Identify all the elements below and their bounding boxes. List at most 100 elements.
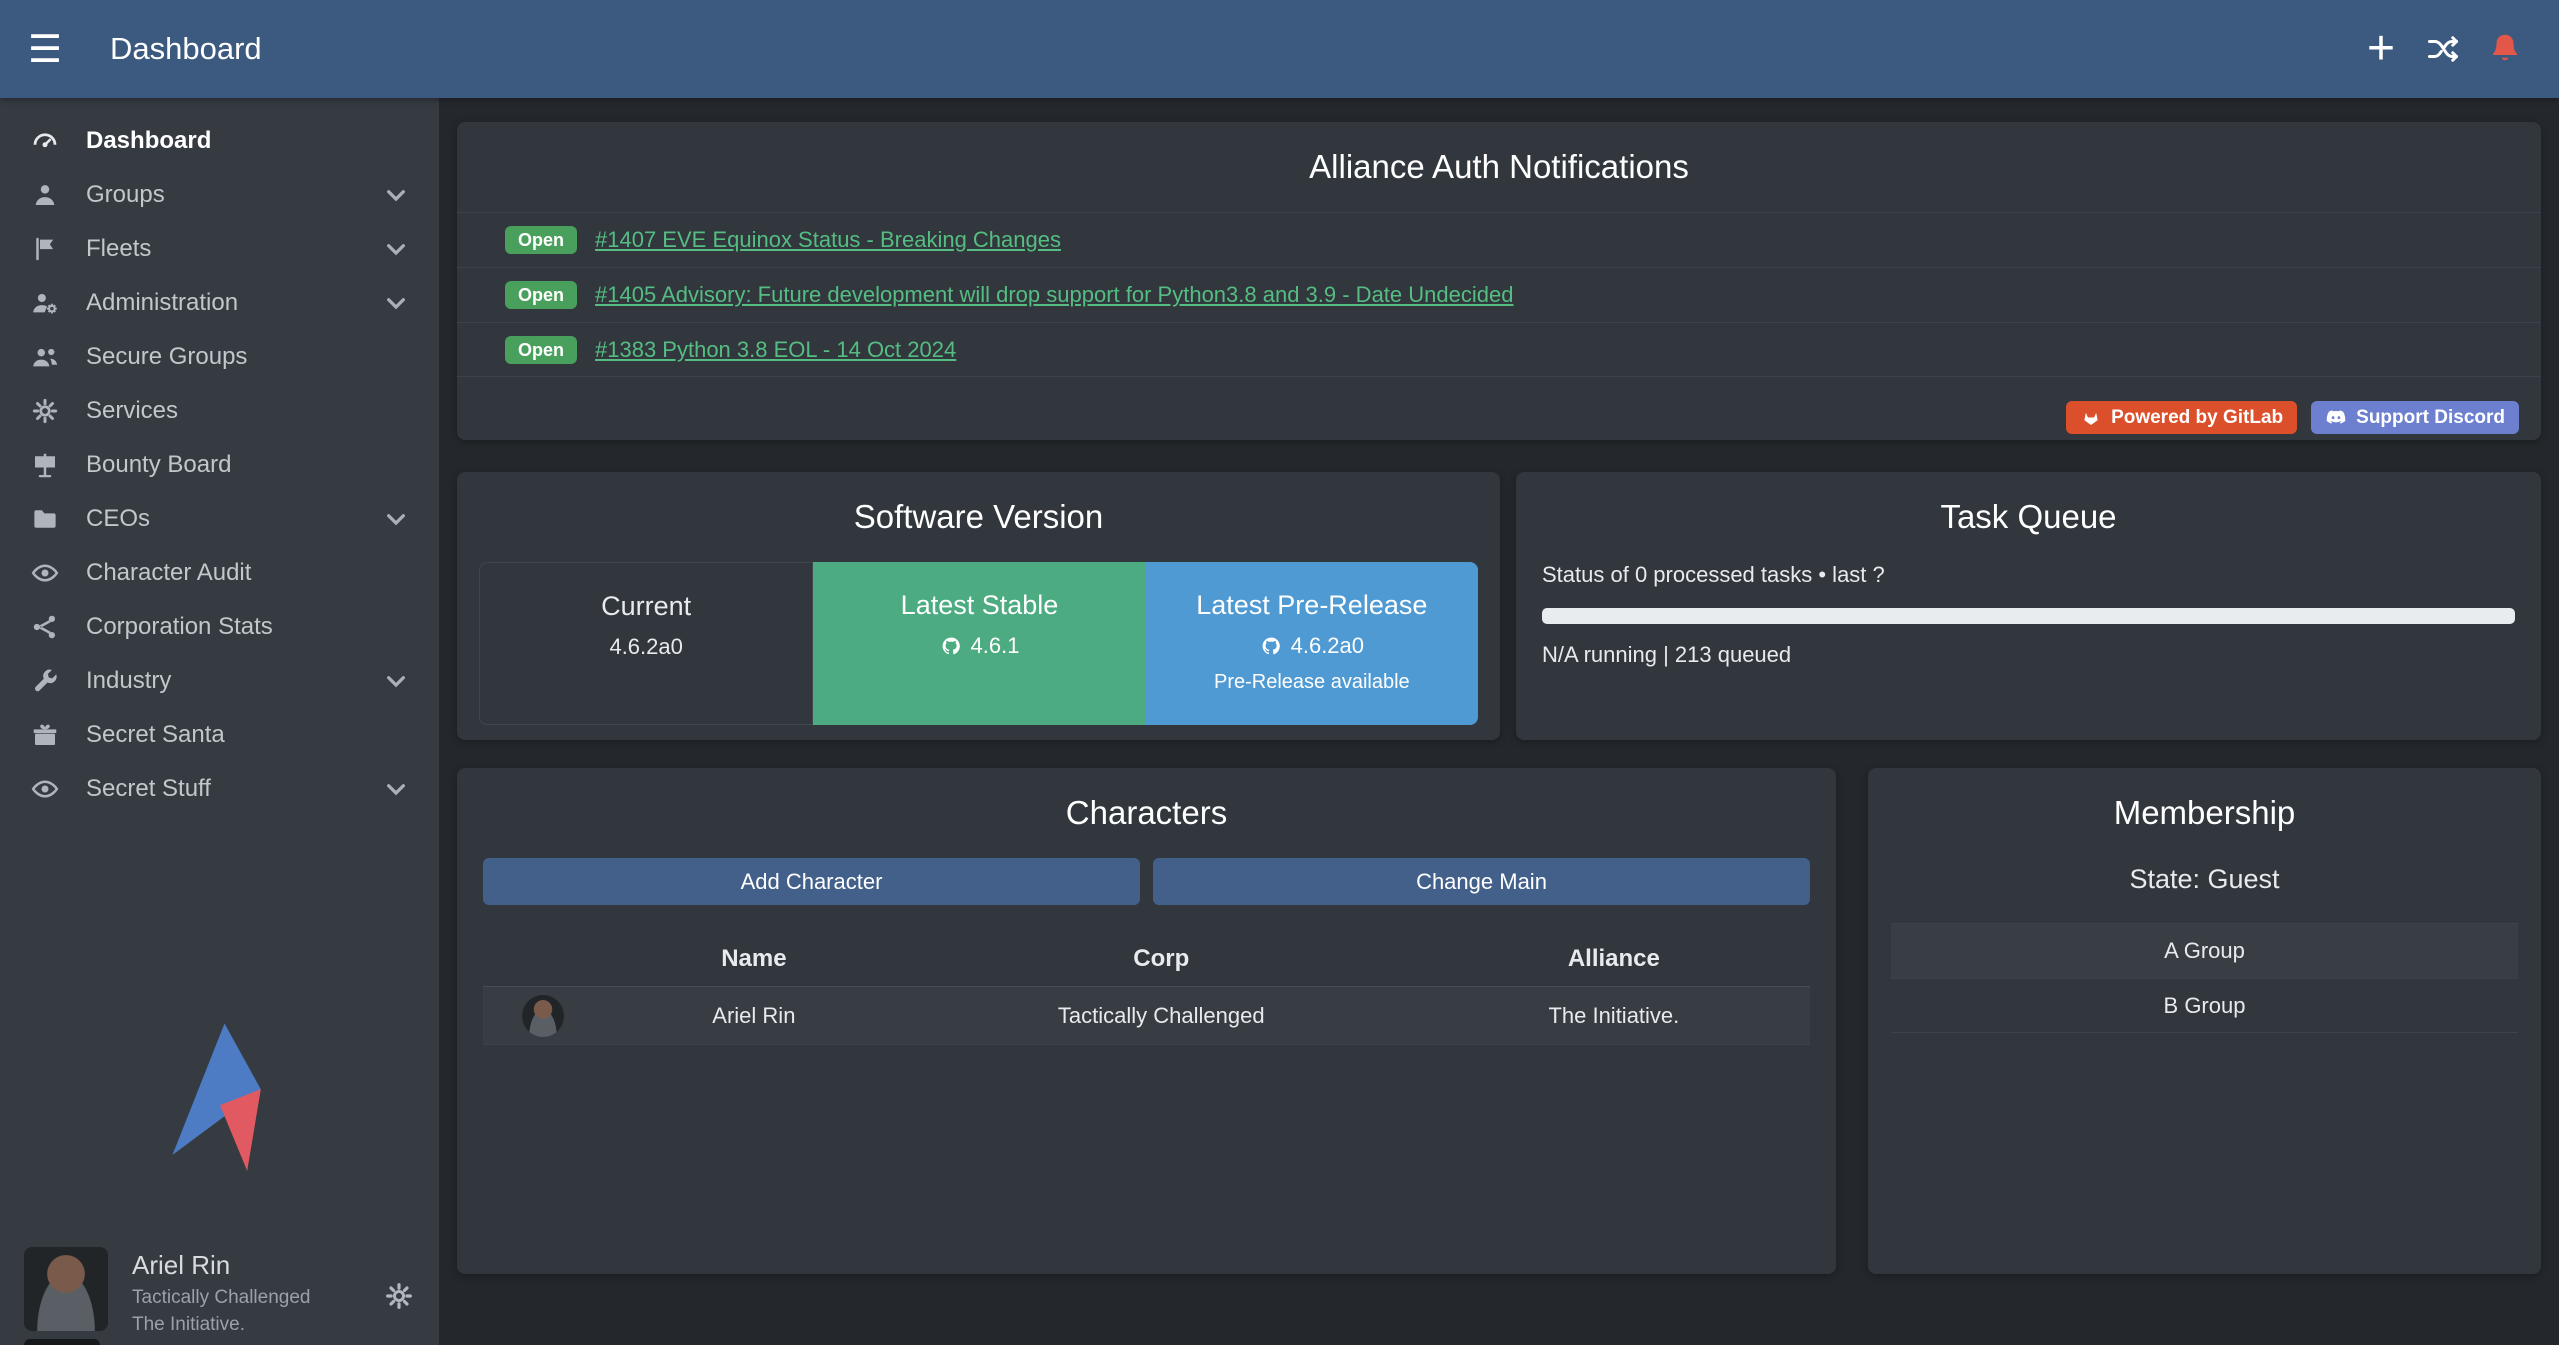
gitlab-badge[interactable]: Powered by GitLab [2066,401,2297,434]
sidebar-item-groups[interactable]: Groups [0,168,439,222]
characters-card: Characters Add Character Change Main Nam… [457,768,1836,1274]
sidebar-item-ceos[interactable]: CEOs [0,492,439,546]
discord-icon [2325,408,2347,427]
task-queue-body: Status of 0 processed tasks • last ? N/A… [1516,562,2541,668]
main-content: Alliance Auth Notifications Open #1407 E… [439,98,2559,1345]
characters-title: Characters [457,768,1836,858]
status-badge: Open [505,336,577,364]
character-alliance: The Initiative. [1418,1003,1810,1029]
sidebar-item-label: Administration [86,289,238,317]
eye-icon [30,558,60,588]
sidebar-item-bounty-board[interactable]: Bounty Board [0,438,439,492]
chevron-down-icon [383,290,409,316]
industry-icon [30,666,60,696]
user-meta: Ariel Rin Tactically Challenged The Init… [132,1247,311,1337]
notifications-title: Alliance Auth Notifications [457,122,2541,212]
chevron-down-icon [383,506,409,532]
sidebar-item-corporation-stats[interactable]: Corporation Stats [0,600,439,654]
column-header-name: Name [603,945,905,973]
gear-icon [30,396,60,426]
sidebar-item-label: Corporation Stats [86,613,273,641]
sidebar: Dashboard Groups Fleets Administration S… [0,98,439,1345]
notification-link[interactable]: #1405 Advisory: Future development will … [595,282,1513,308]
notifications-list: Open #1407 EVE Equinox Status - Breaking… [457,212,2541,377]
top-navbar: ☰ Dashboard + [0,0,2559,98]
add-character-button[interactable]: Add Character [483,858,1140,905]
sidebar-item-label: Dashboard [86,127,211,155]
sidebar-item-secret-stuff[interactable]: Secret Stuff [0,762,439,816]
notification-row: Open #1405 Advisory: Future development … [457,267,2541,322]
change-main-button[interactable]: Change Main [1153,858,1810,905]
column-header-alliance: Alliance [1418,945,1810,973]
notification-link[interactable]: #1407 EVE Equinox Status - Breaking Chan… [595,227,1061,253]
latest-stable-label: Latest Stable [901,590,1059,621]
bell-icon[interactable] [2487,31,2523,67]
user-alliance: The Initiative. [132,1313,311,1337]
sidebar-item-label: Fleets [86,235,151,263]
sidebar-item-industry[interactable]: Industry [0,654,439,708]
discord-badge[interactable]: Support Discord [2311,401,2519,434]
table-header-row: Name Corp Alliance [483,931,1810,987]
latest-prerelease-version-text: 4.6.2a0 [1291,633,1364,659]
current-version-label: Current [601,591,691,622]
membership-title: Membership [1868,768,2541,858]
settings-gear-icon[interactable] [383,1280,415,1312]
latest-prerelease-label: Latest Pre-Release [1196,590,1427,621]
sidebar-item-fleets[interactable]: Fleets [0,222,439,276]
folder-icon [30,504,60,534]
list-item: B Group [1891,978,2518,1033]
chevron-down-icon [383,668,409,694]
notification-link[interactable]: #1383 Python 3.8 EOL - 14 Oct 2024 [595,337,956,363]
task-queue-title: Task Queue [1516,472,2541,562]
gift-icon [30,720,60,750]
sidebar-item-label: CEOs [86,505,150,533]
characters-table: Name Corp Alliance Ariel Rin Tactically … [483,931,1810,1045]
sidebar-item-label: Character Audit [86,559,251,587]
discord-badge-label: Support Discord [2356,408,2505,427]
sidebar-item-services[interactable]: Services [0,384,439,438]
sidebar-item-character-audit[interactable]: Character Audit [0,546,439,600]
users-gear-icon [30,288,60,318]
sidebar-item-administration[interactable]: Administration [0,276,439,330]
sidebar-item-dashboard[interactable]: Dashboard [0,114,439,168]
sidebar-item-secret-santa[interactable]: Secret Santa [0,708,439,762]
chevron-down-icon [383,236,409,262]
version-boxes: Current 4.6.2a0 Latest Stable 4.6.1 Late… [479,562,1478,725]
add-icon[interactable]: + [2363,31,2399,67]
latest-stable-value: 4.6.1 [940,633,1020,659]
user-icon [30,180,60,210]
column-header-corp: Corp [905,945,1418,973]
sidebar-user-panel: Ariel Rin Tactically Challenged The Init… [0,1235,439,1345]
chevron-down-icon [383,776,409,802]
user-name: Ariel Rin [132,1249,311,1282]
sidebar-item-label: Industry [86,667,171,695]
sidebar-item-label: Secret Santa [86,721,225,749]
hamburger-menu-icon[interactable]: ☰ [28,27,84,72]
status-badge: Open [505,226,577,254]
list-item: A Group [1891,923,2518,978]
sidebar-nav: Dashboard Groups Fleets Administration S… [0,98,439,816]
character-corp: Tactically Challenged [905,1003,1418,1029]
github-icon [940,635,962,657]
character-name: Ariel Rin [603,1003,905,1029]
user-avatar [24,1247,108,1331]
gitlab-badge-label: Powered by GitLab [2111,408,2283,427]
sign-icon [30,450,60,480]
sidebar-item-secure-groups[interactable]: Secure Groups [0,330,439,384]
topbar-actions: + [2363,31,2523,67]
users-icon [30,342,60,372]
latest-stable-version-text: 4.6.1 [971,633,1020,659]
share-nodes-icon [30,612,60,642]
alliance-auth-logo [141,1019,299,1189]
software-version-card: Software Version Current 4.6.2a0 Latest … [457,472,1500,740]
latest-prerelease-box: Latest Pre-Release 4.6.2a0 Pre-Release a… [1146,562,1478,725]
latest-prerelease-value: 4.6.2a0 [1260,633,1364,659]
task-queue-card: Task Queue Status of 0 processed tasks •… [1516,472,2541,740]
task-queue-progress-bar [1542,608,2515,624]
shuffle-icon[interactable] [2425,31,2461,67]
sidebar-item-label: Secure Groups [86,343,247,371]
flag-icon [30,234,60,264]
sidebar-item-label: Services [86,397,178,425]
characters-actions: Add Character Change Main [483,858,1810,905]
github-icon [1260,635,1282,657]
